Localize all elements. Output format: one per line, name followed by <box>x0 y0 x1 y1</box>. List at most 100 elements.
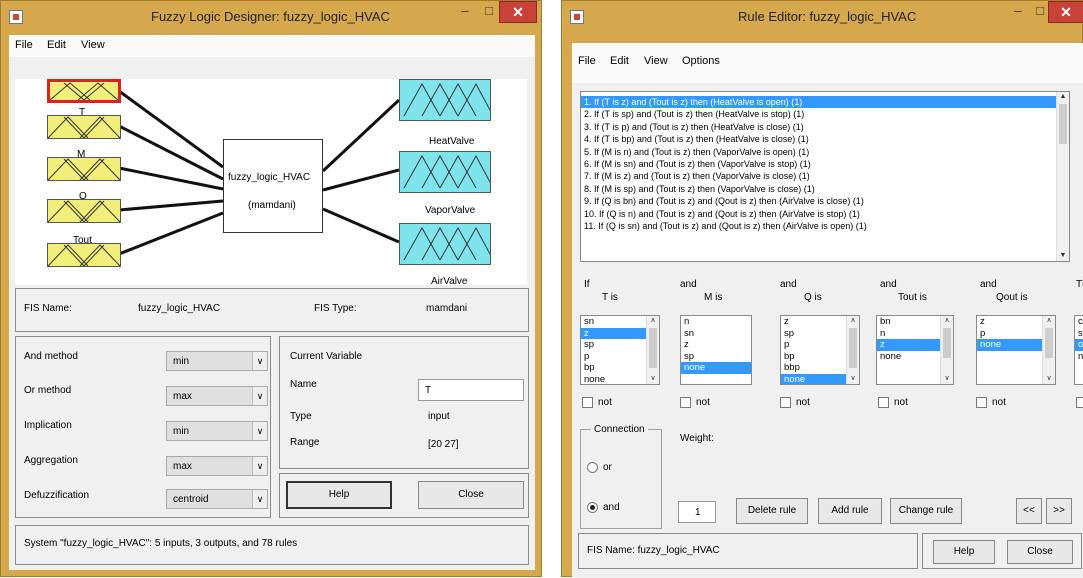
output-listbox-partial[interactable]: cl st op no <box>1074 315 1083 385</box>
not-checkbox-qout[interactable] <box>976 397 987 408</box>
q-listbox[interactable]: z sp p bp bbp none ∧ ∨ <box>780 315 860 385</box>
listbox-scrollbar[interactable]: ∧ ∨ <box>1042 316 1055 384</box>
chevron-down-icon[interactable]: ∨ <box>252 457 267 475</box>
scroll-thumb[interactable] <box>649 328 657 368</box>
scroll-up-icon[interactable]: ∧ <box>941 316 953 326</box>
title-bar[interactable]: Fuzzy Logic Designer: fuzzy_logic_HVAC –… <box>1 1 541 33</box>
input-block-1[interactable] <box>47 79 121 103</box>
list-item[interactable]: z <box>681 339 751 351</box>
scroll-down-icon[interactable]: ▼ <box>1057 251 1069 261</box>
rule-item[interactable]: 10. If (Q is n) and (Tout is z) and (Qou… <box>581 208 1069 220</box>
rule-item[interactable]: 1. If (T is z) and (Tout is z) then (Hea… <box>581 96 1069 109</box>
rule-item[interactable]: 7. If (M is z) and (Tout is z) then (Vap… <box>581 170 1069 182</box>
menu-view[interactable]: View <box>81 39 105 51</box>
chevron-down-icon[interactable]: ∨ <box>252 422 267 440</box>
input-block-5[interactable] <box>47 243 121 267</box>
maximize-icon[interactable]: □ <box>479 1 499 23</box>
not-checkbox-q[interactable] <box>780 397 791 408</box>
close-icon[interactable]: ✕ <box>1048 1 1083 23</box>
not-checkbox-tout[interactable] <box>878 397 889 408</box>
scroll-down-icon[interactable]: ∨ <box>647 374 659 384</box>
rule-item[interactable]: 8. If (M is sp) and (Tout is z) then (Va… <box>581 183 1069 195</box>
listbox-scrollbar[interactable]: ∧ ∨ <box>846 316 859 384</box>
not-checkbox-t[interactable] <box>582 397 593 408</box>
title-bar[interactable]: Rule Editor: fuzzy_logic_HVAC – □ ✕ <box>562 1 1083 33</box>
scroll-up-icon[interactable]: ∧ <box>1043 316 1055 326</box>
scroll-thumb[interactable] <box>1045 328 1053 358</box>
list-item[interactable]: n <box>681 316 751 328</box>
rule-item[interactable]: 5. If (M is n) and (Tout is z) then (Vap… <box>581 146 1069 158</box>
output-block-heatvalve[interactable] <box>399 79 491 121</box>
scroll-thumb[interactable] <box>1059 104 1067 144</box>
list-item[interactable]: sn <box>681 328 751 340</box>
add-rule-button[interactable]: Add rule <box>818 498 882 524</box>
close-button[interactable]: Close <box>418 481 524 509</box>
change-rule-button[interactable]: Change rule <box>890 498 962 524</box>
menu-file[interactable]: File <box>578 55 596 67</box>
not-checkbox-m[interactable] <box>680 397 691 408</box>
rule-item[interactable]: 4. If (T is bp) and (Tout is z) then (He… <box>581 133 1069 145</box>
help-button[interactable]: Help <box>933 540 995 564</box>
scroll-down-icon[interactable]: ∨ <box>941 374 953 384</box>
scroll-thumb[interactable] <box>943 328 951 358</box>
scroll-down-icon[interactable]: ∨ <box>847 374 859 384</box>
minimize-icon[interactable]: – <box>1008 1 1028 23</box>
rule-item[interactable]: 11. If (Q is sn) and (Tout is z) and (Qo… <box>581 220 1069 232</box>
defuzzification-select[interactable]: centroid ∨ <box>166 489 268 509</box>
previous-rule-button[interactable]: << <box>1016 498 1042 524</box>
radio-or[interactable] <box>587 462 598 473</box>
chevron-down-icon[interactable]: ∨ <box>252 387 267 405</box>
rule-item[interactable]: 9. If (Q is bn) and (Tout is z) and (Qou… <box>581 195 1069 207</box>
fis-block[interactable]: fuzzy_logic_HVAC (mamdani) <box>223 139 323 233</box>
t-listbox[interactable]: sn z sp p bp none ∧ ∨ <box>580 315 660 385</box>
aggregation-select[interactable]: max ∨ <box>166 456 268 476</box>
input-block-3[interactable] <box>47 157 121 181</box>
list-item[interactable]: op <box>1075 339 1083 351</box>
list-item[interactable]: no <box>1075 351 1083 363</box>
maximize-icon[interactable]: □ <box>1030 1 1050 23</box>
close-icon[interactable]: ✕ <box>499 1 537 23</box>
rule-item[interactable]: 6. If (M is sn) and (Tout is z) then (Va… <box>581 158 1069 170</box>
list-item[interactable]: none <box>781 373 847 384</box>
and-method-select[interactable]: min ∨ <box>166 351 268 371</box>
rule-item[interactable]: 2. If (T is sp) and (Tout is z) then (He… <box>581 108 1069 120</box>
list-item[interactable]: sp <box>681 351 751 363</box>
input-block-4[interactable] <box>47 199 121 223</box>
not-checkbox-output[interactable] <box>1076 397 1083 408</box>
scroll-thumb[interactable] <box>849 328 857 368</box>
listbox-scrollbar[interactable]: ∧ ∨ <box>646 316 659 384</box>
list-item[interactable]: none <box>681 362 751 374</box>
next-rule-button[interactable]: >> <box>1046 498 1072 524</box>
rule-list-scrollbar[interactable]: ▲ ▼ <box>1056 92 1069 261</box>
help-button[interactable]: Help <box>286 481 392 509</box>
radio-and[interactable] <box>587 502 598 513</box>
weight-input[interactable]: 1 <box>678 501 716 523</box>
scroll-up-icon[interactable]: ∧ <box>647 316 659 326</box>
list-item[interactable]: z <box>581 327 647 340</box>
tout-listbox[interactable]: bn n z none ∧ ∨ <box>876 315 954 385</box>
or-method-select[interactable]: max ∨ <box>166 386 268 406</box>
implication-select[interactable]: min ∨ <box>166 421 268 441</box>
minimize-icon[interactable]: – <box>455 1 475 23</box>
m-listbox[interactable]: n sn z sp none <box>680 315 752 385</box>
menu-edit[interactable]: Edit <box>610 55 629 67</box>
output-block-airvalve[interactable] <box>399 223 491 265</box>
listbox-scrollbar[interactable]: ∧ ∨ <box>940 316 953 384</box>
scroll-up-icon[interactable]: ∧ <box>847 316 859 326</box>
list-item[interactable]: none <box>977 339 1043 351</box>
delete-rule-button[interactable]: Delete rule <box>736 498 808 524</box>
menu-edit[interactable]: Edit <box>47 39 66 51</box>
scroll-down-icon[interactable]: ∨ <box>1043 374 1055 384</box>
output-block-vaporvalve[interactable] <box>399 151 491 193</box>
scroll-up-icon[interactable]: ▲ <box>1057 92 1069 102</box>
input-block-2[interactable] <box>47 115 121 139</box>
list-item[interactable]: st <box>1075 328 1083 340</box>
close-button[interactable]: Close <box>1007 540 1073 564</box>
variable-name-input[interactable]: T <box>418 379 524 401</box>
qout-listbox[interactable]: z p none ∧ ∨ <box>976 315 1056 385</box>
chevron-down-icon[interactable]: ∨ <box>252 490 267 508</box>
chevron-down-icon[interactable]: ∨ <box>252 352 267 370</box>
menu-options[interactable]: Options <box>682 55 720 67</box>
rule-list[interactable]: 1. If (T is z) and (Tout is z) then (Hea… <box>580 91 1070 262</box>
list-item[interactable]: z <box>877 339 941 351</box>
